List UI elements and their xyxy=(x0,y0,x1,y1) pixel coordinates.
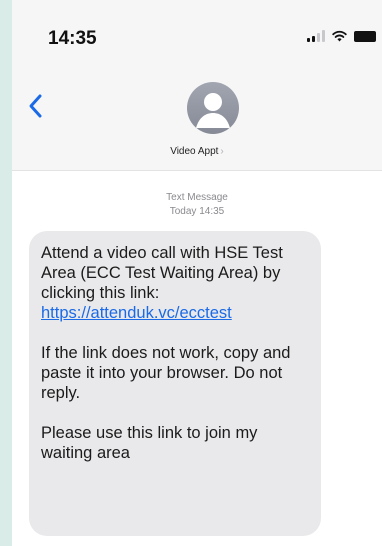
message-paragraph-3: Please use this link to join my waiting … xyxy=(41,424,258,462)
status-time: 14:35 xyxy=(48,28,97,49)
contact-name-label: Video Appt xyxy=(170,146,219,157)
phone-screen: 14:35 Video Appt › Text Message Today 14… xyxy=(12,0,382,546)
back-button[interactable] xyxy=(28,93,44,119)
message-paragraph-2: If the link does not work, copy and past… xyxy=(41,344,291,402)
message-service-label: Text Message xyxy=(166,192,228,203)
contact-avatar[interactable] xyxy=(187,82,239,134)
battery-icon xyxy=(354,30,376,42)
message-paragraph-1-text: Attend a video call with HSE Test Area (… xyxy=(41,244,283,302)
message-link[interactable]: https://attenduk.vc/ecctest xyxy=(41,304,232,322)
chevron-right-icon: › xyxy=(220,146,224,157)
conversation-header: 14:35 Video Appt › xyxy=(12,0,382,171)
status-icons xyxy=(307,30,376,42)
cellular-signal-icon xyxy=(307,30,325,42)
message-timestamp: Today 14:35 xyxy=(169,206,225,217)
message-paragraph-1: Attend a video call with HSE Test Area (… xyxy=(41,243,309,323)
wifi-icon xyxy=(332,30,347,42)
contact-name[interactable]: Video Appt › xyxy=(12,146,382,157)
chevron-left-icon xyxy=(29,94,42,118)
person-avatar-icon xyxy=(196,93,230,128)
message-bubble[interactable]: Attend a video call with HSE Test Area (… xyxy=(29,231,321,536)
